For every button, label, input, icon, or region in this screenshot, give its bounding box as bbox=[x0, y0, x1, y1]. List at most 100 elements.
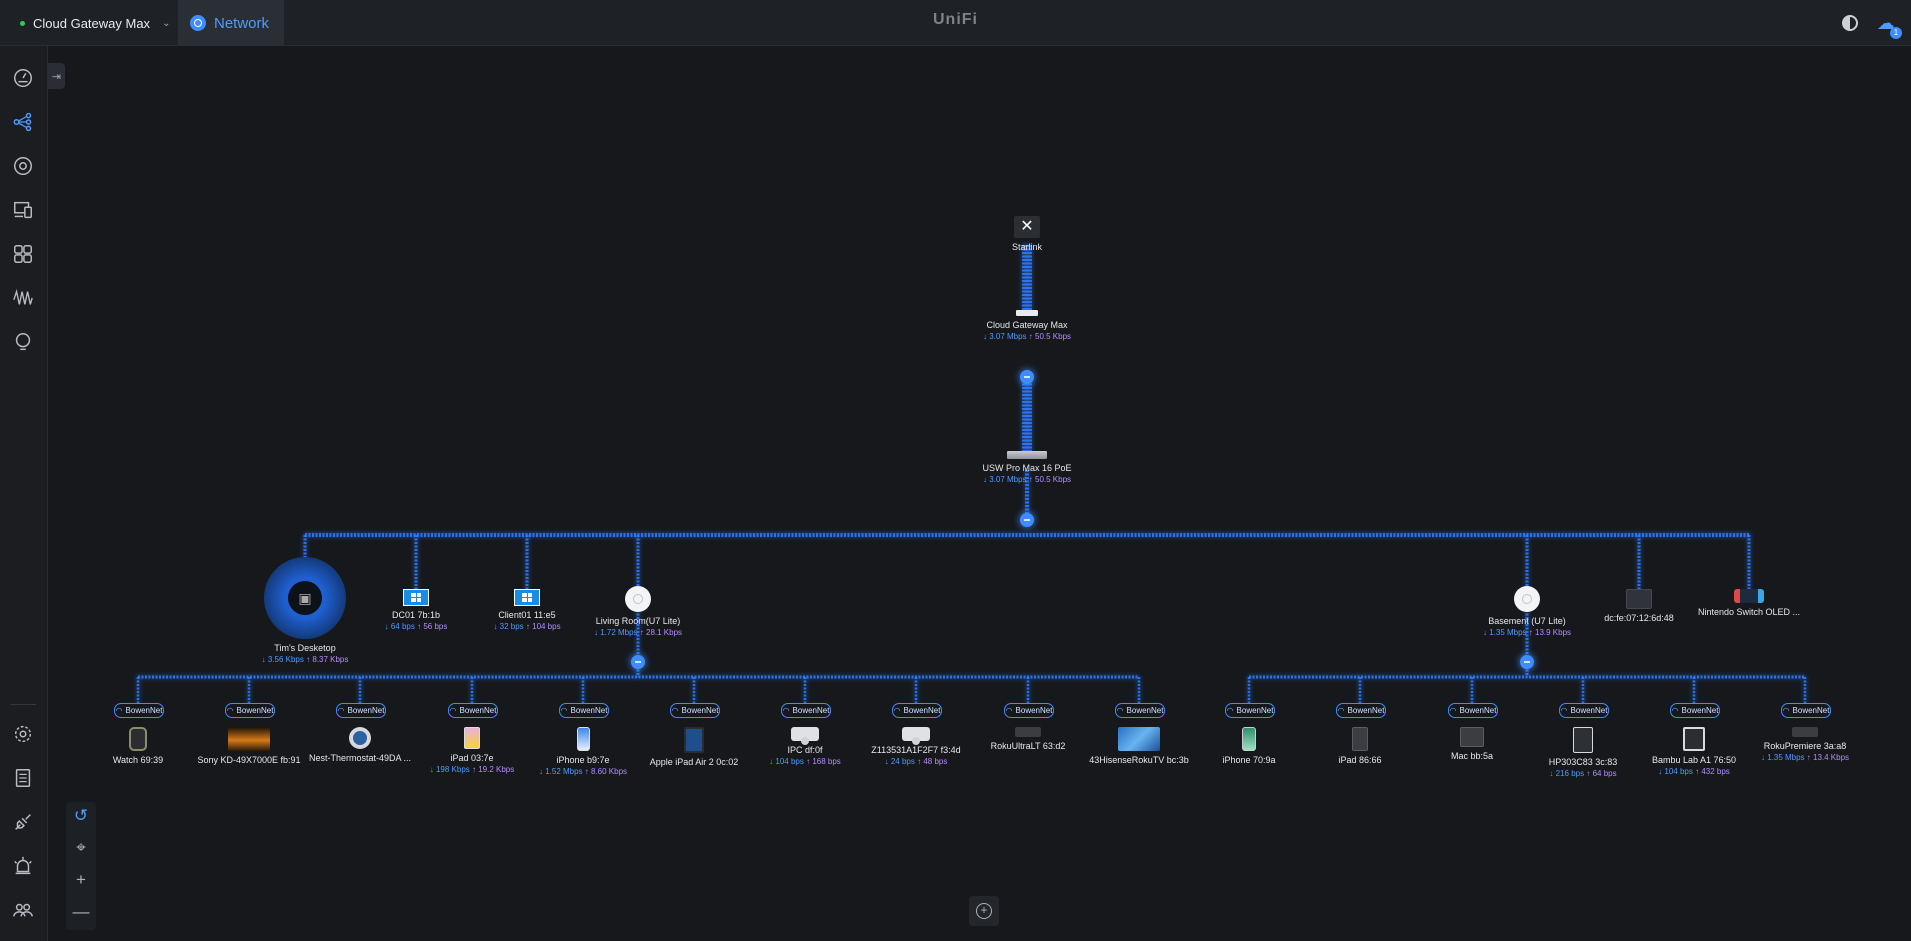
access-point-icon bbox=[573, 586, 703, 612]
gateway-selector[interactable]: Cloud Gateway Max ⌄ bbox=[8, 0, 176, 46]
sidebar-item-logs[interactable] bbox=[11, 766, 35, 790]
collapse-basement-button[interactable] bbox=[1520, 655, 1534, 669]
client-node[interactable]: Z113531A1F2F7 f3:4d ↓ 24 bps ↑ 48 bps bbox=[851, 727, 981, 766]
level1-node[interactable]: Nintendo Switch OLED ... bbox=[1684, 589, 1814, 617]
ssid-label: BowenNet bbox=[570, 706, 608, 715]
ssid-label: BowenNet bbox=[792, 706, 830, 715]
sidebar-item-alerts[interactable] bbox=[11, 330, 35, 354]
ssid-badge[interactable]: ◠ BowenNet bbox=[1448, 703, 1498, 718]
collapse-living-room-button[interactable] bbox=[631, 655, 645, 669]
ssid-badge[interactable]: ◠ BowenNet bbox=[336, 703, 386, 718]
wifi-icon: ◠ bbox=[337, 706, 345, 715]
device-name: Starlink bbox=[1011, 242, 1042, 252]
ssid-label: BowenNet bbox=[1015, 706, 1053, 715]
sidebar-item-topology[interactable] bbox=[11, 110, 35, 134]
download-rate: ↓ 3.07 Mbps bbox=[982, 475, 1027, 484]
ssid-badge[interactable]: ◠ BowenNet bbox=[225, 703, 275, 718]
notifications-button[interactable]: ☁ 1 bbox=[1872, 9, 1902, 39]
ssid-badge[interactable]: ◠ BowenNet bbox=[892, 703, 942, 718]
expand-arrow-icon: ⇥ bbox=[51, 70, 62, 83]
ssid-label: BowenNet bbox=[459, 706, 497, 715]
ssid-badge[interactable]: ◠ BowenNet bbox=[559, 703, 609, 718]
dashboard-icon bbox=[14, 69, 32, 87]
wifi-icon: ◠ bbox=[1226, 706, 1234, 715]
sidebar-item-dashboard[interactable] bbox=[11, 66, 35, 90]
switch-icon bbox=[962, 451, 1092, 459]
sidebar-item-integrations[interactable] bbox=[11, 810, 35, 834]
upload-rate: ↑ 64 bps bbox=[1586, 769, 1617, 778]
gear-icon bbox=[14, 725, 32, 743]
ssid-label: BowenNet bbox=[1570, 706, 1608, 715]
switch-node[interactable]: USW Pro Max 16 PoE ↓ 3.07 Mbps ↑ 50.5 Kbp… bbox=[962, 451, 1092, 484]
level1-node[interactable]: Basement (U7 Lite) ↓ 1.35 Mbps ↑ 13.9 Kbp… bbox=[1462, 586, 1592, 637]
client-node[interactable]: RokuPremiere 3a:a8 ↓ 1.35 Mbps ↑ 13.4 Kbp… bbox=[1740, 727, 1870, 762]
ssid-label: BowenNet bbox=[1347, 706, 1385, 715]
ssid-badge[interactable]: ◠ BowenNet bbox=[1781, 703, 1831, 718]
ssid-badge[interactable]: ◠ BowenNet bbox=[781, 703, 831, 718]
throughput: ↓ 1.72 Mbps ↑ 28.1 Kbps bbox=[573, 628, 703, 637]
upload-rate: ↑ 50.5 Kbps bbox=[1028, 332, 1072, 341]
notification-badge: 1 bbox=[1890, 27, 1902, 39]
download-rate: ↓ 104 bps bbox=[769, 757, 804, 766]
access-point-icon bbox=[1462, 586, 1592, 612]
ssid-label: BowenNet bbox=[1681, 706, 1719, 715]
sidebar-item-admins[interactable] bbox=[11, 898, 35, 922]
throughput: ↓ 3.07 Mbps ↑ 50.5 Kbps bbox=[962, 475, 1092, 484]
expand-panel-button[interactable]: ⇥ bbox=[48, 63, 65, 89]
upload-rate: ↑ 104 bps bbox=[525, 622, 561, 631]
reset-view-button[interactable]: ↺ bbox=[71, 806, 91, 826]
ssid-badge[interactable]: ◠ BowenNet bbox=[1225, 703, 1275, 718]
level1-node[interactable]: Living Room(U7 Lite) ↓ 1.72 Mbps ↑ 28.1 K… bbox=[573, 586, 703, 637]
tab-network[interactable]: Network bbox=[178, 0, 284, 46]
sidebar-item-alarm[interactable] bbox=[11, 854, 35, 878]
ssid-badge[interactable]: ◠ BowenNet bbox=[1559, 703, 1609, 718]
ssid-label: BowenNet bbox=[1126, 706, 1164, 715]
ssid-badge[interactable]: ◠ BowenNet bbox=[670, 703, 720, 718]
wifi-icon: ◠ bbox=[1005, 706, 1013, 715]
sidebar-item-settings[interactable] bbox=[11, 722, 35, 746]
wifi-icon: ◠ bbox=[560, 706, 568, 715]
gateway-node[interactable]: Cloud Gateway Max ↓ 3.07 Mbps ↑ 50.5 Kbps bbox=[962, 310, 1092, 341]
zoom-out-button[interactable]: — bbox=[71, 902, 91, 922]
zoom-in-button[interactable]: + bbox=[71, 870, 91, 890]
client-node[interactable]: Nest-Thermostat-49DA ... bbox=[295, 727, 425, 763]
client-node[interactable]: iPad 86:66 bbox=[1295, 727, 1425, 765]
ssid-badge[interactable]: ◠ BowenNet bbox=[1115, 703, 1165, 718]
plus-circle-icon: + bbox=[976, 903, 992, 919]
ssid-label: BowenNet bbox=[1459, 706, 1497, 715]
collapse-switch-button[interactable] bbox=[1020, 513, 1034, 527]
contrast-icon bbox=[1842, 15, 1858, 31]
collapse-gateway-button[interactable] bbox=[1020, 370, 1034, 384]
sidebar-item-insights[interactable] bbox=[11, 286, 35, 310]
client-devices-icon bbox=[14, 201, 32, 219]
upload-rate: ↑ 50.5 Kbps bbox=[1028, 475, 1072, 484]
upload-rate: ↑ 8.60 Kbps bbox=[584, 767, 628, 776]
isp-node-starlink[interactable]: ✕ Starlink bbox=[962, 216, 1092, 252]
sidebar-item-client-devices[interactable] bbox=[11, 198, 35, 222]
plus-icon: + bbox=[76, 870, 86, 889]
online-status-dot bbox=[20, 20, 25, 26]
ssid-label: BowenNet bbox=[125, 706, 163, 715]
theme-toggle-button[interactable] bbox=[1838, 11, 1862, 35]
device-name: Z113531A1F2F7 f3:4d bbox=[871, 745, 961, 755]
sidebar-item-ports[interactable] bbox=[11, 242, 35, 266]
ssid-label: BowenNet bbox=[903, 706, 941, 715]
insights-icon bbox=[13, 288, 33, 305]
wifi-icon: ◠ bbox=[671, 706, 679, 715]
ssid-badge[interactable]: ◠ BowenNet bbox=[114, 703, 164, 718]
device-name: iPad 86:66 bbox=[1338, 755, 1382, 765]
ssid-badge[interactable]: ◠ BowenNet bbox=[1670, 703, 1720, 718]
sidebar-item-unifi-devices[interactable] bbox=[11, 154, 35, 178]
topology-links bbox=[136, 245, 1807, 705]
undo-icon: ↺ bbox=[73, 806, 89, 825]
ssid-badge[interactable]: ◠ BowenNet bbox=[1004, 703, 1054, 718]
ssid-label: BowenNet bbox=[1792, 706, 1830, 715]
thermostat-icon bbox=[295, 727, 425, 749]
recenter-button[interactable]: ⌖ bbox=[71, 838, 91, 858]
sidebar bbox=[0, 46, 48, 941]
ssid-badge[interactable]: ◠ BowenNet bbox=[1336, 703, 1386, 718]
upload-rate: ↑ 19.2 Kbps bbox=[472, 765, 515, 774]
ssid-badge[interactable]: ◠ BowenNet bbox=[448, 703, 498, 718]
network-app-icon bbox=[190, 15, 206, 31]
add-device-button[interactable]: + bbox=[969, 896, 999, 926]
